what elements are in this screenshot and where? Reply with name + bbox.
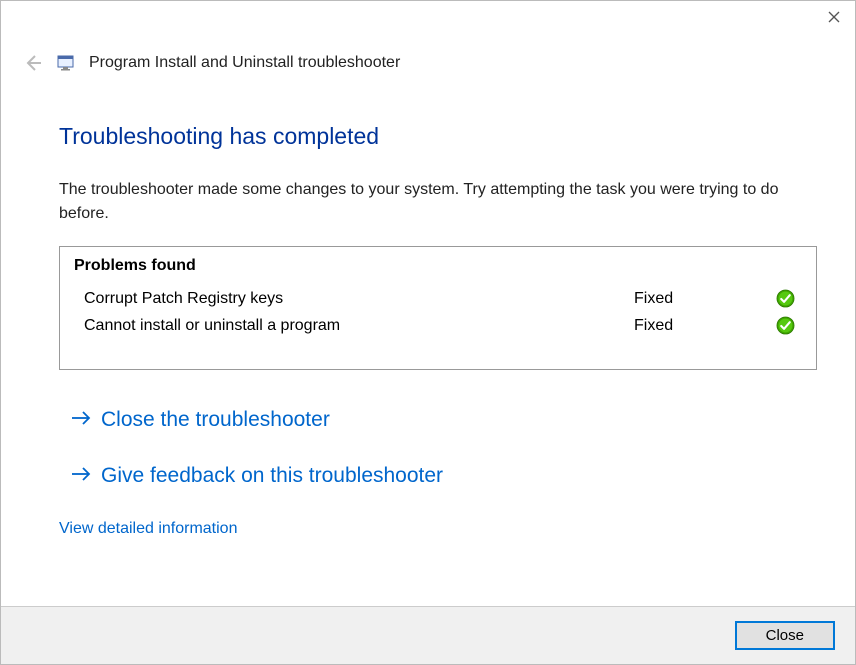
give-feedback-label: Give feedback on this troubleshooter (101, 464, 443, 488)
footer: Close (1, 606, 855, 664)
checkmark-icon (776, 316, 795, 335)
view-detailed-link[interactable]: View detailed information (59, 520, 237, 538)
troubleshooter-title: Program Install and Uninstall troublesho… (89, 54, 400, 72)
page-heading: Troubleshooting has completed (59, 123, 817, 150)
description-text: The troubleshooter made some changes to … (59, 178, 817, 226)
give-feedback-link[interactable]: Give feedback on this troubleshooter (59, 456, 817, 496)
close-troubleshooter-label: Close the troubleshooter (101, 408, 330, 432)
back-button[interactable] (23, 53, 43, 73)
troubleshooter-dialog: Program Install and Uninstall troublesho… (0, 0, 856, 665)
titlebar (1, 1, 855, 39)
close-button[interactable]: Close (735, 621, 835, 650)
arrow-right-icon (71, 408, 91, 432)
problem-status: Fixed (634, 290, 774, 308)
close-icon (828, 11, 840, 23)
problem-status: Fixed (634, 317, 774, 335)
troubleshooter-icon (57, 54, 75, 72)
close-troubleshooter-link[interactable]: Close the troubleshooter (59, 400, 817, 440)
problem-name: Corrupt Patch Registry keys (84, 290, 634, 308)
problem-row: Cannot install or uninstall a program Fi… (74, 312, 802, 339)
header: Program Install and Uninstall troublesho… (1, 39, 855, 73)
back-arrow-icon (23, 53, 43, 73)
content-area: Troubleshooting has completed The troubl… (1, 73, 855, 606)
problems-title: Problems found (74, 257, 802, 275)
status-icon-wrapper (774, 289, 796, 308)
arrow-right-icon (71, 464, 91, 488)
problem-row: Corrupt Patch Registry keys Fixed (74, 285, 802, 312)
checkmark-icon (776, 289, 795, 308)
problems-found-box: Problems found Corrupt Patch Registry ke… (59, 246, 817, 370)
status-icon-wrapper (774, 316, 796, 335)
problem-name: Cannot install or uninstall a program (84, 317, 634, 335)
window-close-button[interactable] (826, 9, 841, 24)
